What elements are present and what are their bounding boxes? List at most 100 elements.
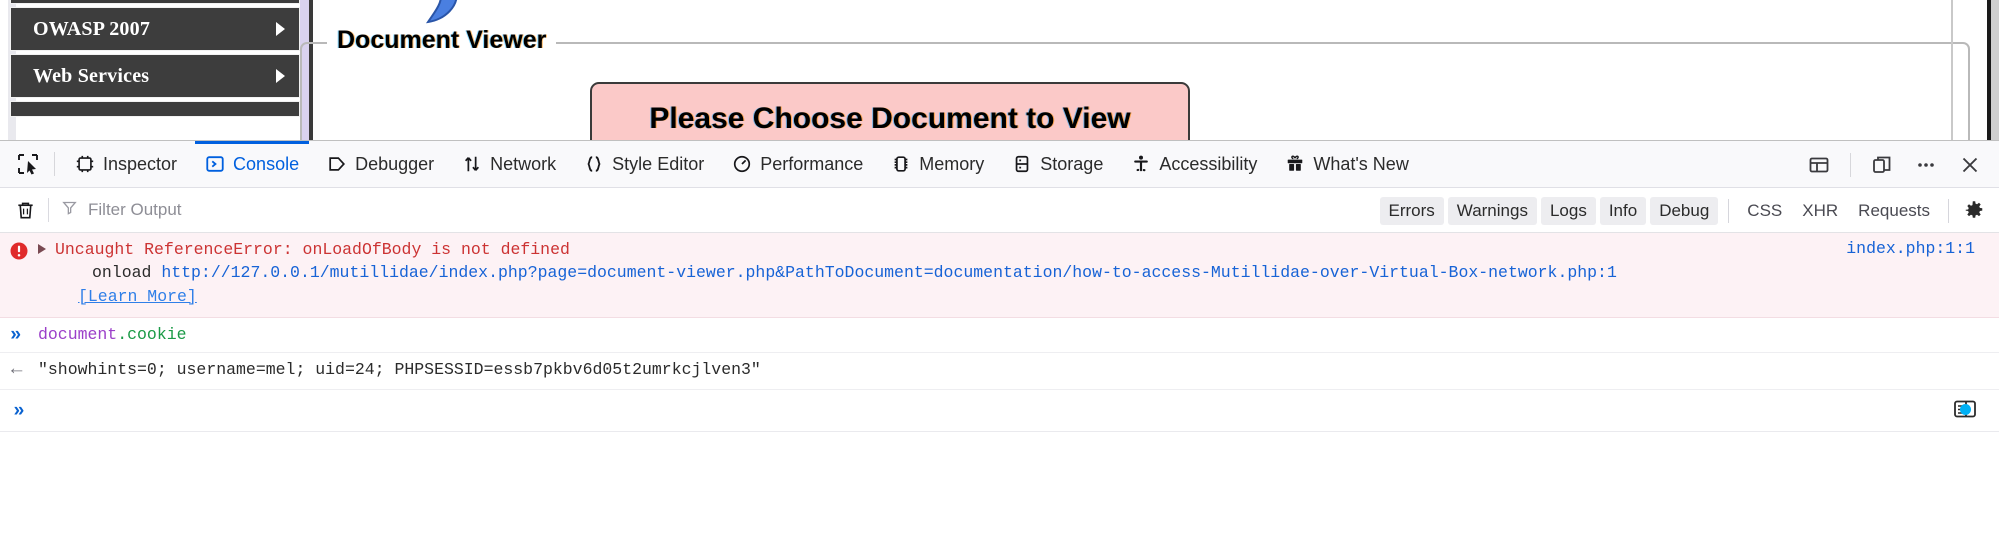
chevron-right-icon [276,22,285,36]
storage-icon [1012,154,1032,174]
gear-icon[interactable] [1957,194,1991,228]
toolbar-separator [54,152,55,176]
tab-memory[interactable]: Memory [877,141,998,188]
trash-icon[interactable] [6,191,44,229]
input-chevron-icon: » [10,324,22,346]
tab-debugger[interactable]: Debugger [313,141,448,188]
split-console-icon[interactable] [1953,398,1983,424]
tab-label: Storage [1040,153,1104,174]
console-command-input[interactable] [38,400,1999,421]
choose-document-banner: Please Choose Document to View [590,82,1190,140]
choose-document-text: Please Choose Document to View [649,102,1131,135]
filter-toggle-xhr[interactable]: XHR [1792,197,1848,225]
result-value[interactable]: "showhints=0; username=mel; uid=24; PHPS… [38,359,1999,381]
filter-toggle-warnings[interactable]: Warnings [1447,196,1537,225]
tab-network[interactable]: Network [448,141,570,188]
filter-toggle-info[interactable]: Info [1599,196,1647,225]
meatball-menu-icon[interactable] [1907,146,1945,184]
filter-toggle-errors[interactable]: Errors [1379,196,1444,225]
responsive-layout-icon[interactable] [1800,146,1838,184]
tab-style-editor[interactable]: Style Editor [570,141,718,188]
mutillidae-side-menu: OWASP 2007 Web Services [10,0,300,120]
tab-inspector[interactable]: Inspector [61,141,191,188]
console-input-echo: » document.cookie [0,318,1999,353]
menu-item-partial-top[interactable] [10,0,300,4]
split-console-badge [1960,403,1971,415]
filter-toggles: Errors Warnings Logs Info Debug CSS XHR … [1378,188,1992,233]
error-source-link[interactable]: index.php:1:1 [1846,239,1975,258]
accessibility-icon [1131,154,1151,174]
console-prompt-row[interactable]: » [0,390,1999,432]
debugger-icon [327,154,347,174]
document-viewer-fieldset: Document Viewer Please Choose Document t… [300,26,1970,140]
prompt-chevron-icon: » [13,399,25,422]
chevron-right-icon [276,69,285,83]
console-result: ← "showhints=0; username=mel; uid=24; PH… [0,353,1999,390]
performance-icon [732,154,752,174]
tab-label: Memory [919,153,985,174]
console-filter-bar: Errors Warnings Logs Info Debug CSS XHR … [0,188,1999,233]
red-button-icon [630,0,692,8]
tab-label: Style Editor [612,153,705,174]
menu-item-partial-bottom[interactable] [10,101,300,117]
sidebar-item-label: Web Services [33,64,150,87]
tab-label: What's New [1313,153,1409,174]
tab-label: Accessibility [1159,153,1258,174]
filter-input-wrapper[interactable] [55,195,385,225]
tab-console[interactable]: Console [191,140,313,188]
style-editor-icon [584,154,604,174]
page-main-column: Document Viewer Please Choose Document t… [300,0,1970,140]
split-window-icon[interactable] [1863,146,1901,184]
sidebar-item-web-services[interactable]: Web Services [10,54,300,98]
filter-divider [1728,198,1730,223]
error-circle-icon [10,242,28,260]
filter-divider-2 [1948,198,1949,223]
console-icon [205,154,225,174]
error-stack-url[interactable]: http://127.0.0.1/mutillidae/index.php?pa… [161,263,1617,282]
input-expression: document.cookie [38,324,1999,346]
filter-bar-separator [48,198,49,222]
devtools-toolbar: Inspector Console Debugger Network Style… [0,140,1999,188]
error-stack-frame: onload http://127.0.0.1/mutillidae/index… [92,261,1999,285]
console-error-message[interactable]: Uncaught ReferenceError: onLoadOfBody is… [0,233,1999,318]
console-empty-area [0,432,1999,552]
tab-accessibility[interactable]: Accessibility [1117,141,1271,188]
error-stack-function: onload [92,263,152,282]
whats-new-gift-icon [1285,154,1305,174]
toolbar-actions-separator [1850,152,1851,177]
sidebar-item-owasp-2007[interactable]: OWASP 2007 [10,7,300,51]
expand-twisty-icon[interactable] [38,244,46,254]
filter-toggle-logs[interactable]: Logs [1540,196,1596,225]
sidebar-item-label: OWASP 2007 [33,17,151,40]
inspector-icon [75,154,95,174]
console-output: Uncaught ReferenceError: onLoadOfBody is… [0,233,1999,552]
tab-label: Network [490,153,557,174]
learn-more-wrapper: [Learn More] [78,285,1999,309]
tab-label: Performance [760,153,864,174]
element-picker-icon[interactable] [8,144,48,184]
input-token-object: document [38,325,118,344]
page-right-gutter [1991,0,1999,140]
input-token-property: .cookie [117,325,187,344]
network-icon [462,154,482,174]
web-page-content: OWASP 2007 Web Services Document Viewer … [0,0,1999,140]
filter-toggle-css[interactable]: CSS [1737,197,1792,225]
close-icon[interactable] [1951,146,1989,184]
result-arrow-icon: ← [11,358,23,380]
tab-whats-new[interactable]: What's New [1271,141,1422,188]
blue-swoosh-icon [400,0,474,26]
error-title: Uncaught ReferenceError: onLoadOfBody is… [55,240,570,259]
learn-more-link[interactable]: [Learn More] [78,287,197,306]
tab-performance[interactable]: Performance [718,141,877,188]
filter-toggle-debug[interactable]: Debug [1650,196,1719,225]
page-inner-right-border [1951,0,1953,140]
devtools-toolbar-actions [1800,141,1989,188]
tab-label: Debugger [355,153,435,174]
tab-storage[interactable]: Storage [998,141,1117,188]
funnel-icon [61,199,78,221]
filter-input[interactable] [86,199,366,221]
filter-toggle-requests[interactable]: Requests [1848,197,1940,225]
developer-tools-panel: Inspector Console Debugger Network Style… [0,140,1999,552]
devtools-tab-strip: Inspector Console Debugger Network Style… [61,140,1423,188]
tab-label: Console [233,153,300,174]
